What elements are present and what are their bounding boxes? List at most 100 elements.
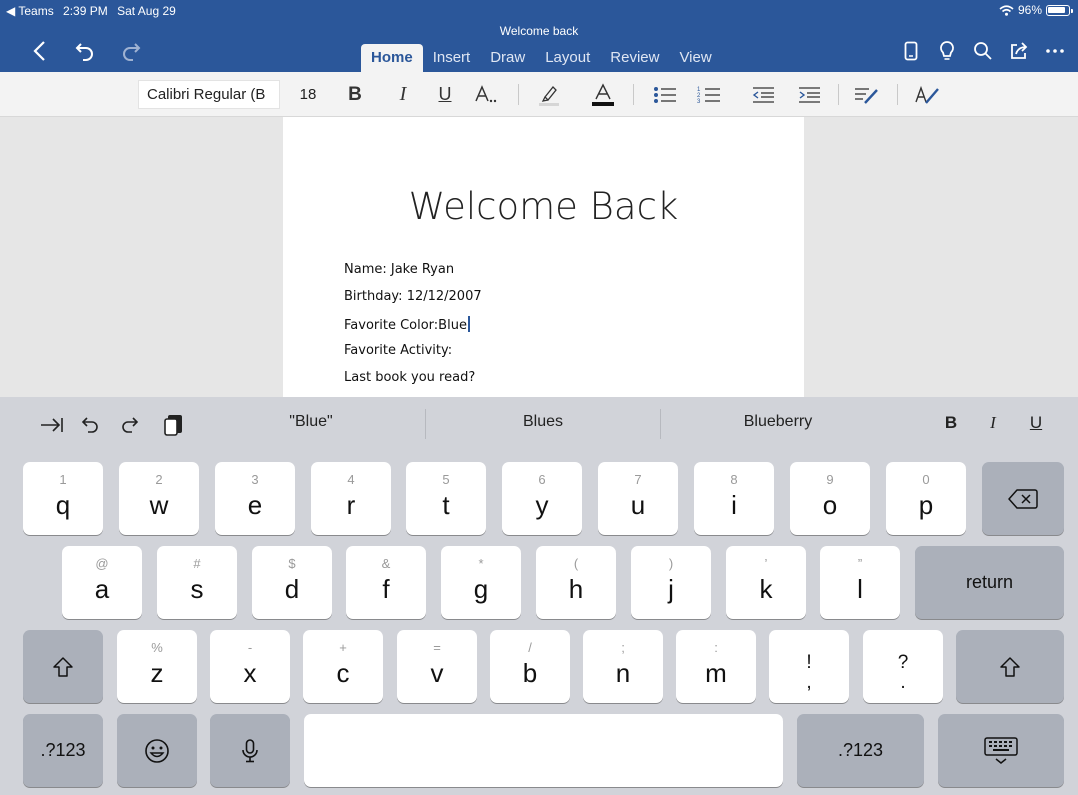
back-chevron-icon[interactable] [26, 38, 52, 64]
back-to-app-link[interactable]: ◀ Teams [6, 4, 54, 18]
emoji-smiley-icon [145, 738, 169, 763]
key-r[interactable]: 4r [311, 462, 391, 535]
font-name-box[interactable]: Calibri Regular (B [138, 80, 280, 109]
font-color-button[interactable] [588, 80, 618, 109]
doc-line-color: Favorite Color:Blue [344, 316, 470, 333]
key-label: a [94, 574, 110, 604]
shift-key-right[interactable] [956, 630, 1064, 703]
word-app: ◀ Teams 2:39 PM Sat Aug 29 96% Welcome b… [0, 0, 1078, 795]
key-d[interactable]: $ d [252, 546, 332, 619]
key-e[interactable]: 3e [215, 462, 295, 535]
key-alt: 3 [251, 472, 259, 487]
bold-button[interactable]: B [340, 80, 370, 109]
suggestion-separator [660, 409, 661, 439]
font-color-icon [592, 82, 614, 106]
onscreen-keyboard: "Blue" Blues Blueberry B I U 1q 2w 3e 4r… [0, 397, 1078, 795]
italic-button[interactable]: I [388, 80, 418, 109]
font-size-box[interactable]: 18 [286, 80, 330, 109]
ribbon-separator [838, 84, 839, 105]
bullets-button[interactable] [650, 80, 680, 109]
increase-indent-button[interactable] [794, 80, 824, 109]
key-y[interactable]: 6y [502, 462, 582, 535]
keyboard-italic-button[interactable]: I [981, 413, 1005, 433]
document-page[interactable]: Welcome Back Name: Jake Ryan Birthday: 1… [283, 117, 804, 397]
highlight-button[interactable] [534, 80, 564, 109]
undo-icon[interactable] [72, 38, 98, 64]
suggestion-3[interactable]: Blueberry [698, 413, 858, 431]
decrease-indent-button[interactable] [748, 80, 778, 109]
key-z[interactable]: % z [117, 630, 197, 703]
doc-line-color-text: Favorite Color:Blue [344, 318, 467, 333]
numbers-key-left[interactable]: .?123 [23, 714, 103, 787]
key-h[interactable]: (h [536, 546, 616, 619]
tab-layout[interactable]: Layout [535, 44, 600, 72]
emoji-key[interactable] [117, 714, 197, 787]
key-n[interactable]: ; n [583, 630, 663, 703]
key-alt: 6 [538, 472, 546, 487]
key-a[interactable]: @ a [62, 546, 142, 619]
space-bar[interactable] [304, 714, 783, 787]
dictation-key[interactable] [210, 714, 290, 787]
key-j[interactable]: ) j [631, 546, 711, 619]
key-q[interactable]: 1q [23, 462, 103, 535]
tab-home[interactable]: Home [361, 44, 423, 72]
key-k[interactable]: ’ k [726, 546, 806, 619]
shift-arrow-icon [53, 656, 73, 677]
hide-keyboard-key[interactable] [938, 714, 1064, 787]
key-u[interactable]: 7u [598, 462, 678, 535]
numbers-key-right[interactable]: .?123 [797, 714, 924, 787]
keyboard-bold-button[interactable]: B [939, 413, 963, 433]
paragraph-styles-button[interactable] [851, 80, 881, 109]
suggestion-2[interactable]: Blues [463, 413, 623, 431]
tab-review[interactable]: Review [600, 44, 669, 72]
tab-key-icon[interactable] [38, 411, 66, 439]
key-i[interactable]: 8i [694, 462, 774, 535]
key-t[interactable]: 5t [406, 462, 486, 535]
key-g[interactable]: * g [441, 546, 521, 619]
numbering-button[interactable]: 123 [694, 80, 724, 109]
key-question-period[interactable]: ? . [863, 630, 943, 703]
share-icon[interactable] [1006, 38, 1032, 64]
key-alt: ; [621, 640, 625, 655]
paste-icon[interactable] [160, 411, 188, 439]
tab-draw[interactable]: Draw [480, 44, 535, 72]
key-s[interactable]: # s [157, 546, 237, 619]
key-label: d [284, 574, 300, 604]
font-effects-button[interactable] [472, 80, 502, 109]
styles-button[interactable] [912, 80, 942, 109]
key-label: s [190, 574, 204, 604]
home-ribbon: Calibri Regular (B 18 B I U 123 [0, 72, 1078, 117]
key-v[interactable]: = v [397, 630, 477, 703]
key-b[interactable]: / b [490, 630, 570, 703]
undo-icon[interactable] [76, 411, 104, 439]
key-label: y [535, 490, 549, 520]
doc-line-birthday: Birthday: 12/12/2007 [344, 289, 482, 304]
key-o[interactable]: 9o [790, 462, 870, 535]
keyboard-underline-button[interactable]: U [1024, 413, 1048, 433]
underline-button[interactable]: U [430, 80, 460, 109]
more-options-icon[interactable] [1042, 38, 1068, 64]
redo-icon[interactable] [118, 38, 144, 64]
suggestion-1[interactable]: "Blue" [231, 413, 391, 431]
lightbulb-icon[interactable] [934, 38, 960, 64]
key-m[interactable]: :m [676, 630, 756, 703]
return-key[interactable]: return [915, 546, 1064, 619]
search-icon[interactable] [970, 38, 996, 64]
shift-key-left[interactable] [23, 630, 103, 703]
delete-key[interactable] [982, 462, 1064, 535]
numbers-label: .?123 [40, 740, 86, 760]
key-alt: * [478, 556, 484, 571]
status-left: ◀ Teams 2:39 PM Sat Aug 29 [6, 4, 176, 18]
key-c[interactable]: + c [303, 630, 383, 703]
key-f[interactable]: & f [346, 546, 426, 619]
mobile-view-icon[interactable] [898, 38, 924, 64]
key-p[interactable]: 0p [886, 462, 966, 535]
key-alt: @ [95, 556, 109, 571]
key-exclaim-comma[interactable]: ! , [769, 630, 849, 703]
redo-icon[interactable] [116, 411, 144, 439]
tab-view[interactable]: View [669, 44, 721, 72]
key-l[interactable]: ” l [820, 546, 900, 619]
key-x[interactable]: -x [210, 630, 290, 703]
tab-insert[interactable]: Insert [423, 44, 481, 72]
key-w[interactable]: 2w [119, 462, 199, 535]
